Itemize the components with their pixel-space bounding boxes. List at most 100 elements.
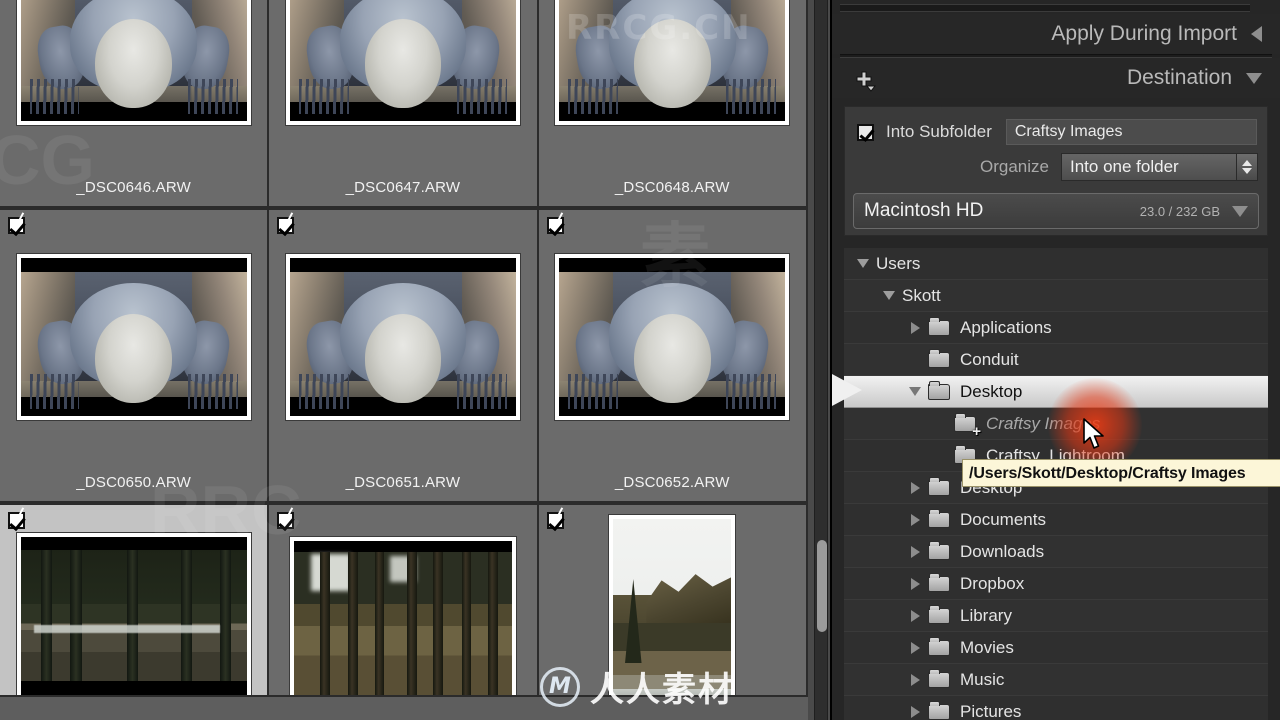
disclosure-triangle-down-icon[interactable] [876, 291, 902, 300]
grid-cell[interactable] [0, 505, 270, 697]
folder-tree-label: Documents [960, 509, 1046, 529]
disclosure-triangle-right-icon[interactable] [902, 673, 928, 686]
thumbnail[interactable] [285, 253, 520, 420]
folder-tree-row[interactable]: Downloads [844, 536, 1268, 568]
triangle-down-icon[interactable] [1246, 72, 1262, 84]
grid-cell[interactable]: _DSC0651.ARW [269, 210, 539, 505]
section-title: Destination [1126, 66, 1232, 89]
grid-cell[interactable]: _DSC0652.ARW [538, 210, 808, 505]
include-checkbox[interactable] [8, 507, 25, 529]
thumbnail[interactable] [16, 0, 251, 125]
folder-tree-label: Desktop [960, 381, 1023, 401]
disclosure-triangle-down-icon[interactable] [850, 259, 876, 268]
folder-tree-label: Users [876, 253, 921, 273]
grid-cell[interactable]: _DSC0647.ARW [269, 0, 539, 210]
disclosure-triangle-right-icon[interactable] [902, 481, 928, 494]
grid-row: _DSC0646.ARW _DSC0647.ARW _DSC0648.ARW [0, 0, 808, 210]
folder-icon [928, 508, 950, 528]
disclosure-triangle-down-icon[interactable] [902, 387, 928, 396]
folder-icon [928, 540, 950, 560]
folder-tree-row[interactable]: Library [844, 600, 1268, 632]
folder-tree-label: Conduit [960, 349, 1019, 369]
folder-icon [928, 636, 950, 656]
disclosure-triangle-right-icon[interactable] [902, 545, 928, 558]
drive-selector[interactable]: Macintosh HD 23.0 / 232 GB [853, 193, 1259, 229]
destination-options: Into Subfolder Craftsy Images Organize I… [844, 106, 1268, 236]
folder-tree-row[interactable]: Movies [844, 632, 1268, 664]
grid-cell[interactable]: _DSC0648.ARW [538, 0, 808, 210]
include-checkbox[interactable] [546, 212, 564, 234]
grid-scrollbar-thumb[interactable] [817, 540, 827, 632]
folder-tree-row[interactable]: Pictures [844, 696, 1268, 720]
include-checkbox[interactable] [8, 212, 25, 234]
thumbnail[interactable] [16, 533, 251, 695]
thumbnail[interactable] [555, 253, 790, 420]
grid-cell[interactable]: _DSC0650.ARW [0, 210, 270, 505]
folder-tree-row[interactable]: Users [844, 248, 1268, 280]
thumbnail-filename: _DSC0647.ARW [269, 168, 537, 208]
disclosure-triangle-right-icon[interactable] [902, 641, 928, 654]
organize-label: Organize [980, 157, 1049, 176]
thumbnail-filename: _DSC0648.ARW [538, 168, 806, 208]
folder-tree-row[interactable]: Desktop [844, 376, 1268, 408]
thumbnail[interactable] [555, 0, 790, 125]
folder-tree-label: Movies [960, 637, 1014, 657]
folder-icon [928, 380, 950, 400]
mouse-pointer-icon [1082, 418, 1108, 457]
path-tooltip: /Users/Skott/Desktop/Craftsy Images [962, 459, 1280, 487]
folder-tree-label: Library [960, 605, 1012, 625]
folder-tree-row[interactable]: Craftsy Images [844, 408, 1268, 440]
thumbnail[interactable] [16, 253, 251, 420]
folder-tree-row[interactable]: Applications [844, 312, 1268, 344]
triangle-down-icon[interactable] [1232, 205, 1248, 217]
new-folder-icon [954, 412, 981, 438]
thumbnail[interactable] [609, 515, 736, 695]
organize-selected-value: Into one folder [1070, 157, 1179, 176]
triangle-left-icon[interactable] [1251, 26, 1262, 42]
include-checkbox[interactable] [277, 507, 295, 529]
section-header-apply-during-import[interactable]: Apply During Import [832, 14, 1280, 54]
photo-grid[interactable]: CG RRC 素 _DSC0646.ARW [0, 0, 808, 720]
folder-tree-row[interactable]: Music [844, 664, 1268, 696]
disclosure-triangle-right-icon[interactable] [902, 577, 928, 590]
folder-tree-label: Downloads [960, 541, 1045, 561]
plus-icon[interactable] [854, 70, 877, 92]
disclosure-triangle-right-icon[interactable] [902, 513, 928, 526]
folder-tree-row[interactable]: Conduit [844, 344, 1268, 376]
into-subfolder-label: Into Subfolder [886, 122, 992, 141]
into-subfolder-checkbox[interactable] [857, 123, 874, 141]
disclosure-triangle-right-icon[interactable] [902, 609, 928, 622]
grid-cell[interactable] [269, 505, 539, 697]
grid-cell[interactable] [538, 505, 808, 697]
include-checkbox[interactable] [546, 507, 564, 529]
section-title: Apply During Import [1051, 22, 1237, 45]
folder-icon [928, 348, 950, 368]
folder-icon [928, 700, 950, 720]
lightroom-import-window: CG RRC 素 _DSC0646.ARW [0, 0, 1280, 720]
organize-select[interactable]: Into one folder [1061, 153, 1258, 181]
folder-tree-row[interactable]: Documents [844, 504, 1268, 536]
folder-tree-row[interactable]: Skott [844, 280, 1268, 312]
thumbnail-filename: _DSC0652.ARW [538, 463, 806, 503]
folder-icon [928, 476, 950, 496]
folder-tree-label: Music [960, 669, 1005, 689]
import-right-panel: Apply During Import Destination Into Sub… [830, 0, 1280, 720]
subfolder-name-input[interactable]: Craftsy Images [1005, 119, 1257, 145]
folder-icon [928, 604, 950, 624]
grid-cell[interactable]: _DSC0646.ARW [0, 0, 270, 210]
folder-tree-row[interactable]: Dropbox [844, 568, 1268, 600]
drive-name: Macintosh HD [864, 200, 984, 221]
thumbnail-filename: _DSC0650.ARW [0, 463, 268, 503]
thumbnail-filename: _DSC0651.ARW [269, 463, 537, 503]
disclosure-triangle-right-icon[interactable] [902, 321, 928, 334]
thumbnail[interactable] [285, 0, 520, 125]
stepper-icon[interactable] [1236, 153, 1258, 181]
disclosure-triangle-right-icon[interactable] [902, 705, 928, 718]
include-checkbox[interactable] [277, 212, 295, 234]
selected-folder-arrow-icon [832, 374, 862, 406]
thumbnail[interactable] [289, 537, 516, 695]
section-header-destination[interactable]: Destination [832, 58, 1280, 98]
organize-row: Organize Into one folder [845, 151, 1267, 191]
folder-icon [928, 316, 950, 336]
grid-scrollbar-track[interactable] [814, 0, 828, 720]
